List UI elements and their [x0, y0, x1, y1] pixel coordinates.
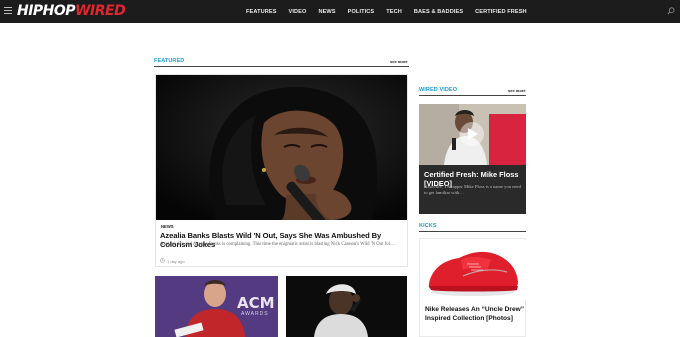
kicks-article-title[interactable]: Nike Releases An “Uncle Drew” Inspired C…: [425, 306, 525, 323]
featured-section-title: FEATURED: [154, 58, 185, 64]
featured-article-card[interactable]: NEWS Azealia Banks Blasts Wild 'N Out, S…: [155, 74, 408, 267]
nav-item-politics[interactable]: POLITICS: [348, 9, 375, 15]
snoop-dogg-photo: [286, 276, 407, 337]
hamburger-menu-icon[interactable]: [4, 7, 12, 15]
kicks-article-card[interactable]: Nike Releases An “Uncle Drew” Inspired C…: [419, 238, 526, 337]
nav-item-features[interactable]: FEATURES: [246, 9, 277, 15]
featured-divider: [154, 66, 409, 67]
main-nav: FEATURES VIDEO NEWS POLITICS TECH BAES &…: [246, 0, 539, 23]
nav-item-baes-baddies[interactable]: BAES & BADDIES: [414, 9, 463, 15]
featured-article-category[interactable]: NEWS: [161, 224, 174, 229]
acm-logo-text: ACM: [237, 294, 275, 312]
nav-item-certified-fresh[interactable]: CERTIFIED FRESH: [475, 9, 527, 15]
article-thumbnail-papa-john[interactable]: ACM AWARDS: [155, 276, 278, 337]
kicks-section-title: KICKS: [419, 223, 437, 229]
nav-item-news[interactable]: NEWS: [318, 9, 335, 15]
featured-see-more-link[interactable]: see more: [388, 59, 410, 64]
red-sneaker-image[interactable]: [421, 240, 526, 300]
featured-article-excerpt: Another day and Azealia Banks is complai…: [160, 242, 396, 247]
logo-wired: WIRED: [75, 3, 126, 19]
nav-item-video[interactable]: VIDEO: [289, 9, 307, 15]
wired-video-card[interactable]: Certified Fresh: Mike Floss [VIDEO] Nash…: [419, 104, 526, 214]
wired-video-section-title: WIRED VIDEO: [419, 87, 458, 93]
logo-hiphop: HIPHOP: [17, 3, 76, 19]
azealia-banks-photo: [156, 75, 407, 220]
featured-article-time: 1 day ago: [167, 259, 185, 264]
search-icon[interactable]: [667, 7, 675, 15]
wired-video-excerpt: Nashville, TN rapper Mike Floss is a nam…: [424, 184, 521, 195]
wired-video-divider: [419, 95, 526, 96]
mike-floss-video-thumbnail[interactable]: [419, 104, 526, 165]
nav-item-tech[interactable]: TECH: [386, 9, 402, 15]
featured-article-image[interactable]: [156, 75, 407, 220]
acm-awards-text: AWARDS: [241, 311, 269, 317]
kicks-divider: [419, 231, 526, 232]
wired-video-see-more-link[interactable]: see more: [506, 88, 528, 93]
top-navigation-bar: HIPHOPWIRED FEATURES VIDEO NEWS POLITICS…: [0, 0, 680, 23]
site-logo[interactable]: HIPHOPWIRED: [17, 3, 126, 19]
clock-icon: [160, 258, 165, 263]
article-thumbnail-snoop[interactable]: [286, 276, 407, 337]
